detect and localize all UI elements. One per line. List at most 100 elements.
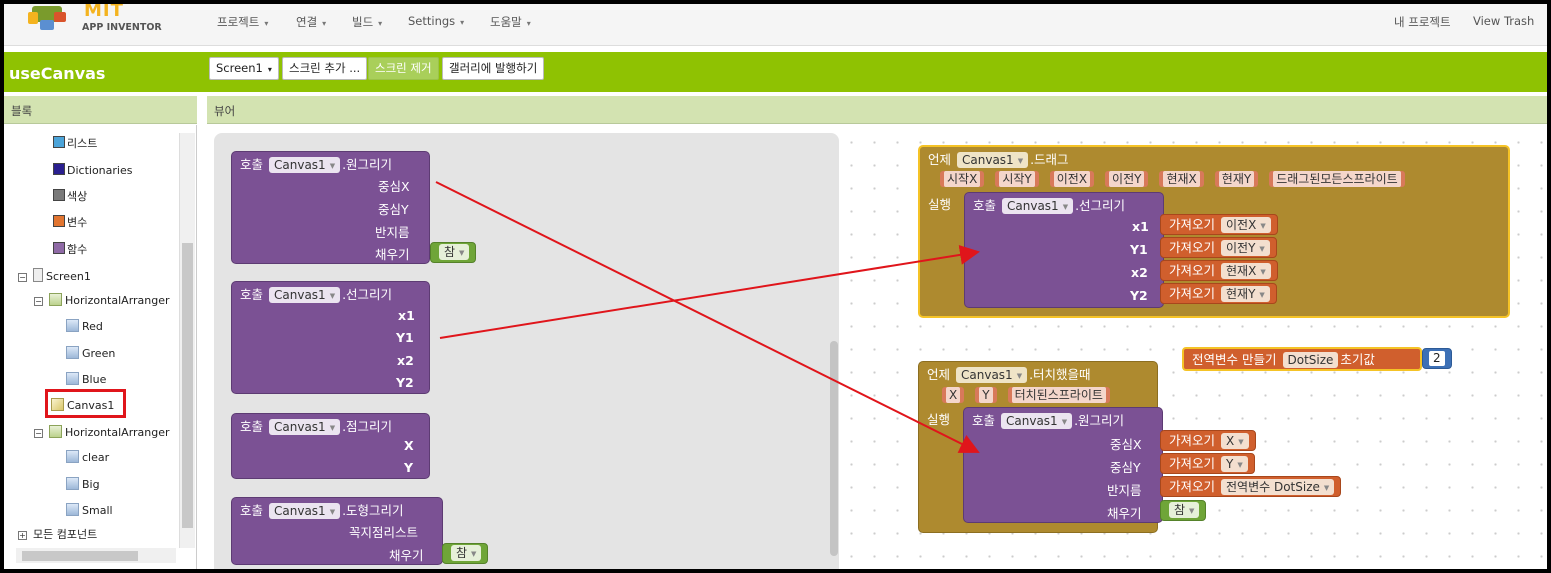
call-draw-circle-block[interactable]: 호출 Canvas1 ▼ .원그리기 중심X 중심Y 반지름 채우기 xyxy=(963,407,1163,523)
param-start-y[interactable]: 시작Y xyxy=(995,171,1039,187)
view-trash-link[interactable]: View Trash xyxy=(1473,14,1534,28)
component-dropdown[interactable]: Canvas1 ▼ xyxy=(269,503,341,519)
variable-dropdown[interactable]: 현재Y ▼ xyxy=(1221,286,1270,302)
tree-item-big[interactable]: Big xyxy=(66,474,100,496)
global-dotsize-declaration-block[interactable]: 전역변수 만들기 DotSize 초기값 xyxy=(1182,347,1422,371)
tree-item-label: clear xyxy=(82,451,110,464)
component-dropdown[interactable]: Canvas1 ▼ xyxy=(1002,198,1074,214)
menu-project[interactable]: 프로젝트 ▾ xyxy=(217,14,268,30)
variable-dropdown[interactable]: 이전Y ▼ xyxy=(1221,240,1270,256)
menu-settings-label: Settings xyxy=(408,14,456,28)
call-draw-line-block[interactable]: 호출 Canvas1 ▼ .선그리기 x1 Y1 x2 Y2 xyxy=(231,281,430,394)
param-current-x[interactable]: 현재X xyxy=(1159,171,1204,187)
component-dropdown[interactable]: Canvas1 ▼ xyxy=(956,367,1028,383)
true-boolean-block[interactable]: 참 ▼ xyxy=(442,543,489,564)
when-canvas1-touched-block[interactable]: 언제 Canvas1 ▼ .터치했을때 X Y 터치된스프라이트 실행 호출 Canva… xyxy=(918,361,1163,533)
number-value[interactable]: 2 xyxy=(1429,351,1445,366)
param-current-y[interactable]: 현재Y xyxy=(1214,171,1259,187)
scrollbar-thumb[interactable] xyxy=(182,243,193,528)
menu-help[interactable]: 도움말 ▾ xyxy=(490,14,531,30)
flyout-scrollbar[interactable] xyxy=(830,341,838,556)
tree-item-procedures[interactable]: 함수 xyxy=(53,239,87,261)
remove-screen-button[interactable]: 스크린 제거 xyxy=(368,57,439,80)
my-projects-link[interactable]: 내 프로젝트 xyxy=(1394,14,1451,30)
blocks-workspace[interactable]: 호출 Canvas1 ▼ .원그리기 중심X 중심Y 반지름 채우기 참 ▼ 호출 C… xyxy=(209,125,1547,569)
add-screen-button[interactable]: 스크린 추가 ... xyxy=(282,57,368,80)
blocks-panel-header: 블록 xyxy=(4,96,197,124)
param-y[interactable]: Y xyxy=(975,387,997,403)
component-dropdown[interactable]: Canvas1 ▼ xyxy=(1001,413,1073,429)
menu-build[interactable]: 빌드 ▾ xyxy=(352,14,382,30)
socket-label: 중심X xyxy=(378,179,410,194)
boolean-dropdown[interactable]: 참 ▼ xyxy=(451,545,482,561)
get-prev-y-block[interactable]: 가져오기 이전Y ▼ xyxy=(1160,237,1277,258)
call-draw-shape-block[interactable]: 호출 Canvas1 ▼ .도형그리기 꼭지점리스트 채우기 xyxy=(231,497,443,565)
tree-item-all-components[interactable]: + 모든 컴포넌트 xyxy=(18,524,97,546)
tree-item-arranger-2[interactable]: − HorizontalArranger xyxy=(34,422,170,444)
call-draw-circle-block[interactable]: 호출 Canvas1 ▼ .원그리기 중심X 중심Y 반지름 채우기 xyxy=(231,151,430,264)
tree-item-colors[interactable]: 색상 xyxy=(53,186,87,208)
tree-item-green[interactable]: Green xyxy=(66,343,115,365)
variable-dropdown[interactable]: 이전X ▼ xyxy=(1221,217,1271,233)
number-block[interactable]: 2 xyxy=(1422,348,1452,369)
menu-connect[interactable]: 연결 ▾ xyxy=(296,14,326,30)
collapse-icon[interactable]: − xyxy=(34,429,43,438)
tree-item-blue[interactable]: Blue xyxy=(66,369,106,391)
tree-item-red[interactable]: Red xyxy=(66,316,103,338)
param-touched-sprite[interactable]: 터치된스프라이트 xyxy=(1007,387,1110,403)
get-y-block[interactable]: 가져오기 Y ▼ xyxy=(1160,453,1255,474)
tree-item-dictionaries[interactable]: Dictionaries xyxy=(53,160,132,182)
param-prev-y[interactable]: 이전Y xyxy=(1105,171,1149,187)
param-x[interactable]: X xyxy=(942,387,965,403)
param-dragged-sprite[interactable]: 드래그된모든스프라이트 xyxy=(1269,171,1405,187)
true-boolean-block[interactable]: 참 ▼ xyxy=(1160,500,1207,521)
get-current-y-block[interactable]: 가져오기 현재Y ▼ xyxy=(1160,283,1277,304)
variable-dropdown[interactable]: X ▼ xyxy=(1221,433,1249,449)
component-dropdown[interactable]: Canvas1 ▼ xyxy=(269,157,341,173)
variable-name-field[interactable]: DotSize xyxy=(1282,352,1339,368)
component-dropdown[interactable]: Canvas1 ▼ xyxy=(957,152,1029,168)
tree-item-small[interactable]: Small xyxy=(66,500,113,522)
scrollbar-thumb[interactable] xyxy=(22,551,138,561)
tree-item-screen1[interactable]: − Screen1 xyxy=(18,266,91,288)
variable-dropdown[interactable]: 전역변수 DotSize ▼ xyxy=(1221,479,1335,495)
get-current-x-block[interactable]: 가져오기 현재X ▼ xyxy=(1160,260,1278,281)
component-dropdown[interactable]: Canvas1 ▼ xyxy=(269,419,341,435)
publish-gallery-button[interactable]: 갤러리에 발행하기 xyxy=(442,57,545,80)
true-boolean-block[interactable]: 참 ▼ xyxy=(430,242,477,263)
get-global-dotsize-block[interactable]: 가져오기 전역변수 DotSize ▼ xyxy=(1160,476,1342,497)
get-prev-x-block[interactable]: 가져오기 이전X ▼ xyxy=(1160,214,1278,235)
component-dropdown[interactable]: Canvas1 ▼ xyxy=(269,287,341,303)
chevron-down-icon: ▼ xyxy=(1260,222,1266,230)
variable-dropdown[interactable]: 현재X ▼ xyxy=(1221,263,1271,279)
boolean-dropdown[interactable]: 참 ▼ xyxy=(439,244,470,260)
chevron-down-icon: ▾ xyxy=(460,18,465,27)
tree-item-label: Red xyxy=(82,320,103,333)
tree-vertical-scrollbar[interactable] xyxy=(179,133,195,548)
variable-dropdown[interactable]: Y ▼ xyxy=(1221,456,1248,472)
param-start-x[interactable]: 시작X xyxy=(940,171,985,187)
screen-select-button[interactable]: Screen1 ▾ xyxy=(209,57,279,80)
tree-item-variables[interactable]: 변수 xyxy=(53,212,87,234)
block-keyword: 가져오기 xyxy=(1169,217,1216,232)
tree-item-clear[interactable]: clear xyxy=(66,447,109,469)
call-draw-point-block[interactable]: 호출 Canvas1 ▼ .점그리기 X Y xyxy=(231,413,430,479)
collapse-icon[interactable]: − xyxy=(34,297,43,306)
call-draw-line-block[interactable]: 호출 Canvas1 ▼ .선그리기 x1 Y1 x2 Y2 xyxy=(964,192,1164,308)
tree-item-label: Green xyxy=(82,347,116,360)
tree-item-arranger-1[interactable]: − HorizontalArranger xyxy=(34,290,170,312)
boolean-dropdown[interactable]: 참 ▼ xyxy=(1169,502,1200,518)
expand-icon[interactable]: + xyxy=(18,531,27,540)
app-inventor-logo[interactable]: MIT APP INVENTOR xyxy=(24,4,164,44)
project-toolbar: useCanvas Screen1 ▾ 스크린 추가 ... 스크린 제거 갤러리… xyxy=(4,52,1547,92)
method-name: .원그리기 xyxy=(342,157,393,172)
socket-label: 반지름 xyxy=(375,225,410,240)
tree-horizontal-scrollbar[interactable] xyxy=(16,548,176,563)
tree-item-lists[interactable]: 리스트 xyxy=(53,133,97,155)
collapse-icon[interactable]: − xyxy=(18,273,27,282)
menu-settings[interactable]: Settings ▾ xyxy=(408,14,464,28)
dropdown-label: 전역변수 DotSize xyxy=(1226,480,1320,494)
socket-label: 채우기 xyxy=(375,247,410,262)
param-prev-x[interactable]: 이전X xyxy=(1049,171,1095,187)
get-x-block[interactable]: 가져오기 X ▼ xyxy=(1160,430,1256,451)
